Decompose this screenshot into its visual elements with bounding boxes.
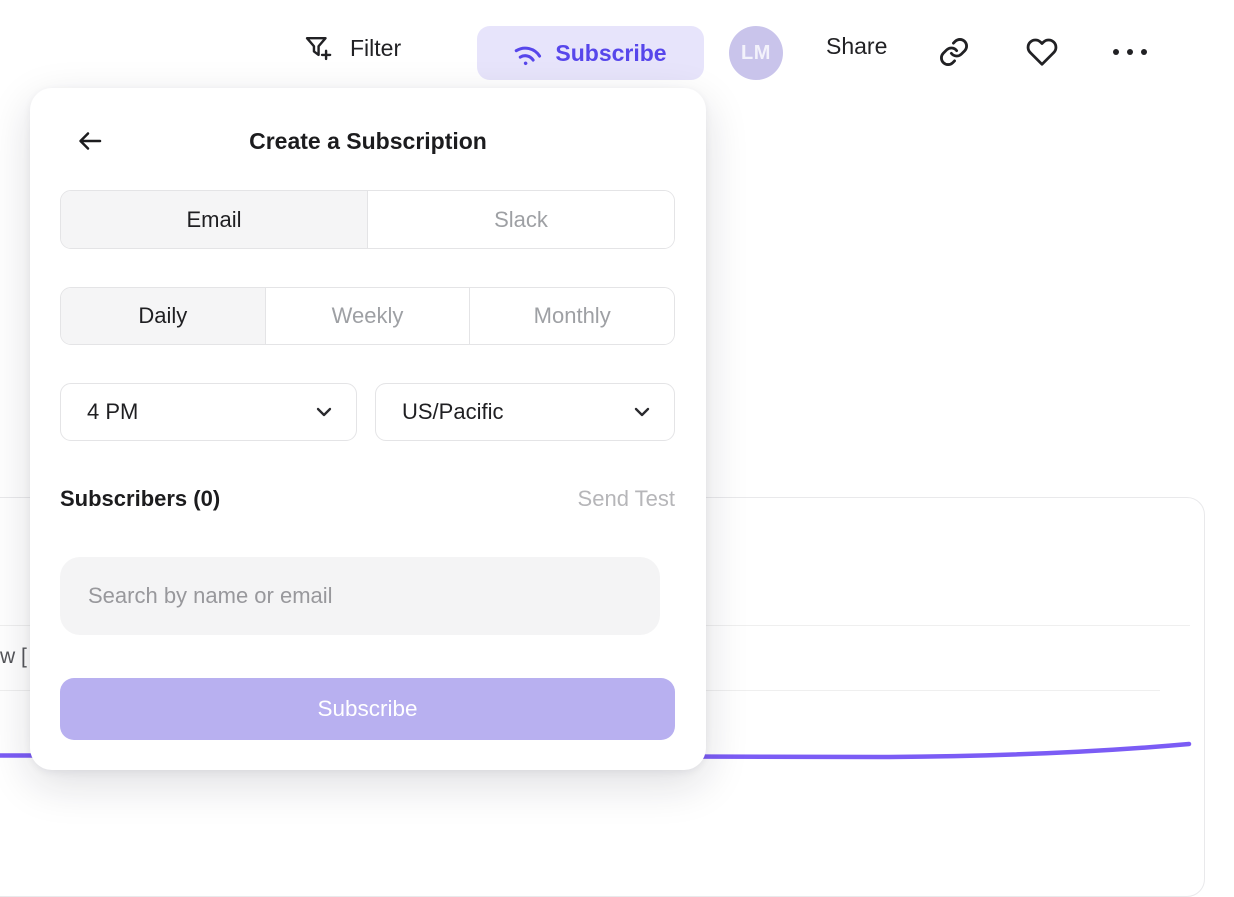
- subscribe-label: Subscribe: [555, 40, 666, 67]
- tab-email[interactable]: Email: [61, 191, 367, 248]
- tab-slack[interactable]: Slack: [367, 191, 674, 248]
- ellipsis-icon: [1110, 44, 1150, 60]
- chevron-down-icon: [634, 407, 650, 417]
- time-select-value: 4 PM: [87, 399, 316, 425]
- more-options-button[interactable]: [1110, 44, 1150, 60]
- subscriber-search-input[interactable]: [60, 557, 660, 635]
- background-partial-text: w [: [0, 645, 27, 669]
- frequency-tabs: Daily Weekly Monthly: [60, 287, 675, 345]
- modal-title: Create a Subscription: [30, 128, 706, 155]
- create-subscription-modal: Create a Subscription Email Slack Daily …: [30, 88, 706, 770]
- filter-label: Filter: [350, 35, 401, 62]
- share-button[interactable]: Share: [826, 33, 887, 60]
- toolbar: Filter Subscribe LM Share: [0, 0, 1234, 100]
- avatar-initials: LM: [741, 42, 771, 65]
- chevron-down-icon: [316, 407, 332, 417]
- heart-icon: [1026, 36, 1058, 68]
- subscribers-label: Subscribers (0): [60, 486, 220, 512]
- timezone-select[interactable]: US/Pacific: [375, 383, 675, 441]
- time-select[interactable]: 4 PM: [60, 383, 357, 441]
- link-icon: [938, 36, 970, 68]
- share-label: Share: [826, 33, 887, 60]
- timezone-select-value: US/Pacific: [402, 399, 634, 425]
- tab-monthly[interactable]: Monthly: [469, 288, 674, 344]
- send-test-button[interactable]: Send Test: [578, 486, 675, 512]
- subscribers-row: Subscribers (0) Send Test: [60, 486, 675, 512]
- avatar[interactable]: LM: [729, 26, 783, 80]
- filter-plus-icon: [303, 33, 333, 63]
- tab-weekly[interactable]: Weekly: [265, 288, 470, 344]
- copy-link-button[interactable]: [938, 36, 970, 68]
- favorite-button[interactable]: [1026, 36, 1058, 68]
- tab-daily[interactable]: Daily: [61, 288, 265, 344]
- modal-subscribe-button[interactable]: Subscribe: [60, 678, 675, 740]
- subscribe-button[interactable]: Subscribe: [477, 26, 704, 80]
- filter-button[interactable]: Filter: [303, 33, 401, 63]
- channel-tabs: Email Slack: [60, 190, 675, 249]
- rss-icon: [514, 39, 542, 67]
